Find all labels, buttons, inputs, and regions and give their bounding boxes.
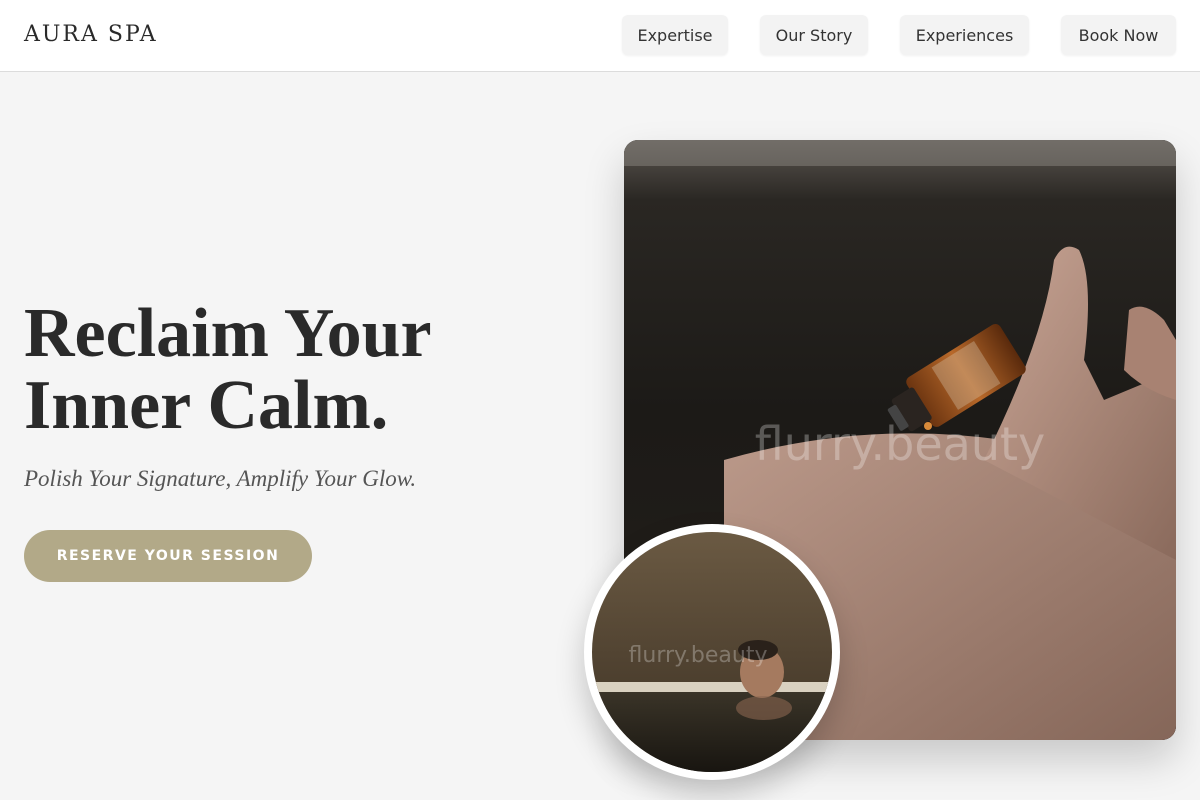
hero-title-line-1: Reclaim Your <box>24 295 432 372</box>
nav-item-expertise[interactable]: Expertise <box>622 15 728 55</box>
top-navigation-bar: AURA SPA Expertise Our Story Experiences… <box>0 0 1200 72</box>
hero-subtitle: Polish Your Signature, Amplify Your Glow… <box>24 466 417 491</box>
nav-item-experiences[interactable]: Experiences <box>900 15 1029 55</box>
reserve-session-button[interactable]: RESERVE YOUR SESSION <box>24 530 312 582</box>
circle-watermark: flurry.beauty <box>629 643 768 668</box>
hero-title: Reclaim Your Inner Calm. <box>24 298 484 442</box>
hero-title-line-2: Inner Calm. <box>24 367 389 444</box>
circle-photo-bath: flurry.beauty <box>584 524 840 780</box>
brand-logo[interactable]: AURA SPA <box>24 22 158 47</box>
nav-item-book-now[interactable]: Book Now <box>1061 15 1176 55</box>
bath-illustration: flurry.beauty <box>592 532 832 772</box>
hero-watermark: flurry.beauty <box>755 417 1046 471</box>
nav-item-our-story[interactable]: Our Story <box>760 15 868 55</box>
